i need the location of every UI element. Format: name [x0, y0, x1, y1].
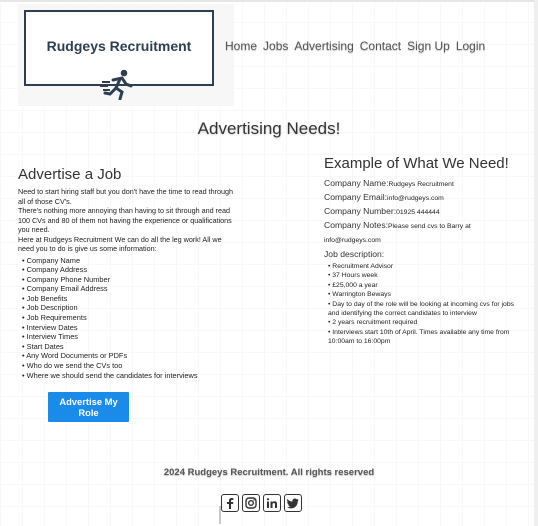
- list-item: Job Description: [18, 303, 238, 313]
- top-border: [0, 0, 538, 2]
- company-name-row: Company Name:Rudgeys Recruitment: [324, 177, 514, 191]
- list-item: £25,000 a year: [324, 281, 514, 290]
- list-item: 2 years recruitment required: [324, 318, 514, 327]
- page-title: Advertising Needs!: [197, 119, 341, 138]
- logo[interactable]: Rudgeys Recruitment: [18, 4, 234, 106]
- list-item: Job Requirements: [18, 313, 238, 323]
- footer-copyright: 2024 Rudgeys Recruitment. All rights res…: [163, 467, 375, 478]
- job-description-label: Job description:: [324, 249, 385, 259]
- company-email-row: Company Email:info@rudgeys.com: [324, 191, 514, 205]
- list-item: Company Phone Number: [18, 275, 238, 285]
- nav-advertising[interactable]: Advertising: [294, 39, 353, 53]
- advertise-para-1: Need to start hiring staff but you don't…: [18, 187, 234, 206]
- main-nav: Home Jobs Advertising Contact Sign Up Lo…: [225, 39, 485, 53]
- nav-sign-up[interactable]: Sign Up: [407, 39, 450, 53]
- advertise-para-2: There's nothing more annoying than havin…: [18, 206, 232, 234]
- list-item: Recruitment Advisor: [324, 262, 514, 271]
- runner-icon: [100, 69, 133, 100]
- list-item: Any Word Documents or PDFs: [18, 351, 238, 361]
- company-notes-row: Company Notes:Please send cvs to Barry a…: [324, 219, 514, 247]
- button-label-line-2: Role: [78, 407, 99, 418]
- list-item: Company Name: [18, 256, 238, 266]
- example-heading: Example of What We Need!: [324, 155, 509, 172]
- company-name-label: Company Name:: [324, 178, 389, 188]
- advertise-para-3: Here at Rudgeys Recruitment We can do al…: [18, 234, 222, 254]
- list-item: Start Dates: [18, 342, 238, 352]
- list-item: Where we should send the candidates for …: [18, 371, 238, 381]
- nav-contact[interactable]: Contact: [360, 39, 401, 53]
- nav-home[interactable]: Home: [225, 39, 257, 53]
- company-email-value: info@rudgeys.com: [387, 195, 444, 202]
- job-description-list: Recruitment Advisor 37 Hours week £25,00…: [324, 262, 514, 347]
- scrollbar[interactable]: [534, 0, 538, 526]
- list-item: 37 Hours week: [324, 271, 514, 280]
- advertise-section: Advertise a Job Need to start hiring sta…: [18, 166, 238, 380]
- nav-jobs[interactable]: Jobs: [263, 39, 288, 53]
- list-item: Interview Dates: [18, 323, 238, 333]
- advertise-my-role-button[interactable]: Advertise My Role: [48, 392, 129, 422]
- button-label-line-1: Advertise My: [59, 396, 118, 407]
- company-number-label: Company Number:: [324, 206, 397, 216]
- company-name-value: Rudgeys Recruitment: [388, 181, 454, 188]
- example-section: Example of What We Need! Company Name:Ru…: [324, 154, 514, 347]
- company-notes-label: Company Notes:: [324, 220, 389, 230]
- list-item: Warrington Beways: [324, 290, 514, 299]
- list-item: Company Address: [18, 265, 238, 275]
- list-item: Day to day of the role will be looking a…: [324, 300, 514, 319]
- logo-text: Rudgeys Recruitment: [46, 38, 192, 54]
- social-links: [221, 494, 302, 512]
- company-number-value: 01925 444444: [396, 209, 440, 216]
- list-item: Who do we send the CVs too: [18, 361, 238, 371]
- company-email-label: Company Email:: [324, 192, 388, 202]
- nav-login[interactable]: Login: [456, 39, 485, 53]
- advertise-heading: Advertise a Job: [18, 166, 122, 183]
- required-info-list: Company Name Company Address Company Pho…: [18, 256, 238, 381]
- list-item: Interview Times: [18, 332, 238, 342]
- list-item: Company Email Address: [18, 284, 238, 294]
- list-item: Job Benefits: [18, 294, 238, 304]
- list-item: Interviews start 10th of April. Times av…: [324, 328, 514, 347]
- instagram-icon[interactable]: [242, 494, 260, 512]
- company-number-row: Company Number:01925 444444: [324, 205, 514, 219]
- twitter-icon[interactable]: [284, 494, 302, 512]
- linkedin-icon[interactable]: [263, 494, 281, 512]
- facebook-icon[interactable]: [221, 494, 239, 512]
